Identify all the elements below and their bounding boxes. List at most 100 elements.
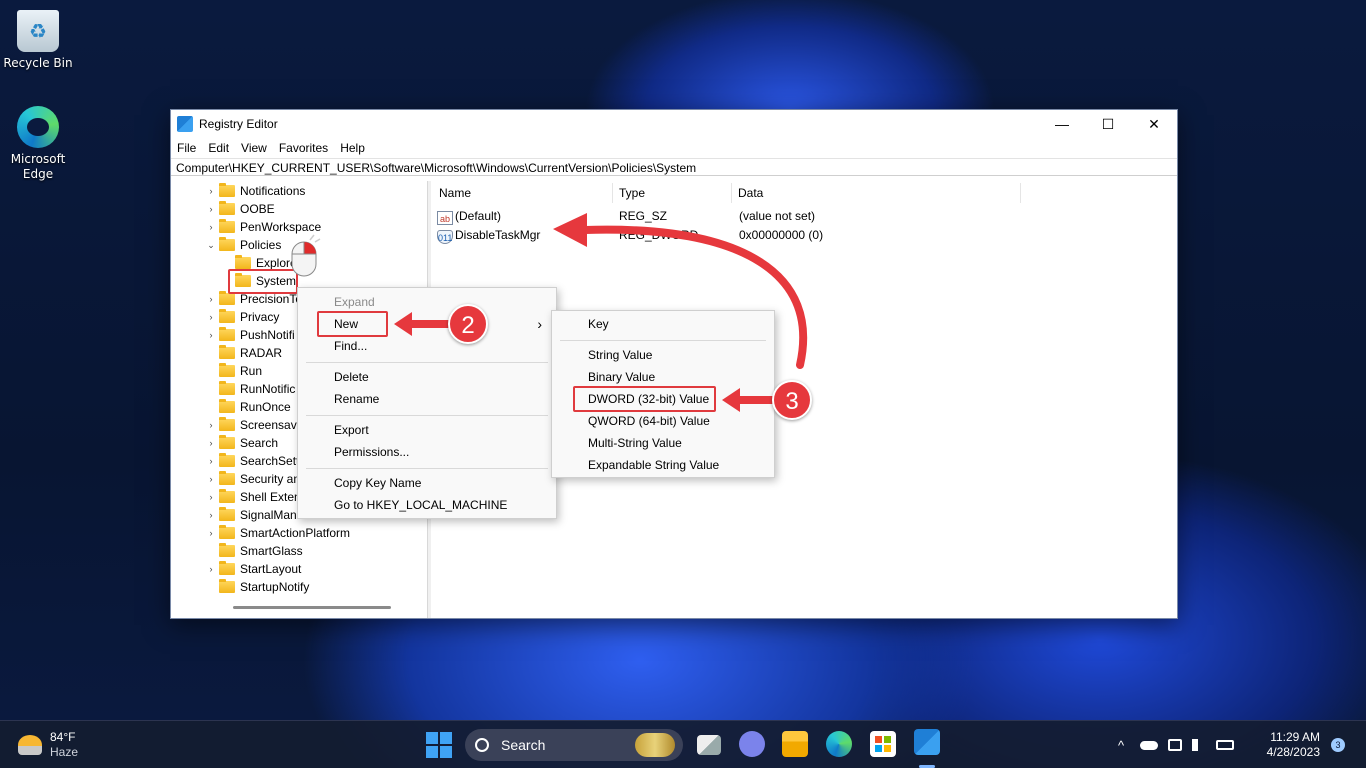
tree-item[interactable]: SmartGlass	[205, 542, 303, 560]
step-3-badge: 3	[772, 380, 812, 420]
tree-item[interactable]: › SignalMana	[205, 506, 303, 524]
menu-item-find[interactable]: Find...	[298, 335, 556, 357]
clock[interactable]: 11:29 AM 4/28/2023	[1262, 730, 1320, 760]
tree-horizontal-scrollbar[interactable]	[233, 606, 391, 609]
chevron-right-icon[interactable]: ›	[205, 222, 217, 232]
menu-item-permissions[interactable]: Permissions...	[298, 441, 556, 463]
string-value-icon: ab	[437, 211, 453, 225]
submenu-item-expandable-string-value[interactable]: Expandable String Value	[552, 454, 774, 476]
start-button[interactable]	[426, 732, 452, 758]
tree-item-label: SmartGlass	[240, 544, 303, 558]
registry-editor-taskbar-icon[interactable]	[914, 729, 940, 755]
tree-item[interactable]: › Shell Exten	[205, 488, 301, 506]
edge-taskbar-icon[interactable]	[826, 731, 852, 757]
tree-item[interactable]: › Search	[205, 434, 278, 452]
highlight-new-item	[317, 311, 388, 337]
notification-badge[interactable]: 3	[1331, 738, 1345, 752]
tree-item-label: RunNotific	[240, 382, 296, 396]
weather-widget[interactable]: 84°F Haze	[18, 729, 78, 761]
recycle-bin-icon	[17, 10, 59, 52]
tree-item[interactable]: RunOnce	[205, 398, 291, 416]
chevron-right-icon[interactable]: ›	[205, 474, 217, 484]
menu-item-delete[interactable]: Delete	[298, 366, 556, 388]
tree-item[interactable]: › Privacy	[205, 308, 279, 326]
tree-item[interactable]: › SmartActionPlatform	[205, 524, 350, 542]
tree-item-label: Policies	[240, 238, 282, 252]
network-icon[interactable]	[1168, 739, 1183, 751]
chevron-right-icon[interactable]: ›	[205, 528, 217, 538]
chevron-down-icon[interactable]: ⌄	[205, 240, 217, 251]
folder-icon	[219, 453, 235, 467]
task-view-icon[interactable]	[697, 735, 721, 755]
tree-item[interactable]: › OOBE	[205, 200, 275, 218]
desktop-icon-recycle-bin[interactable]: Recycle Bin	[0, 10, 76, 70]
tree-item[interactable]: StartupNotify	[205, 578, 309, 596]
tree-item-label: Privacy	[240, 310, 280, 324]
column-header-type[interactable]: Type	[613, 183, 732, 203]
chevron-right-icon[interactable]: ›	[205, 186, 217, 196]
tree-item[interactable]: › SearchSetti	[205, 452, 302, 470]
tree-item-label: PushNotifi	[240, 328, 295, 342]
tray-overflow-chevron[interactable]: ^	[1118, 738, 1124, 753]
menu-edit[interactable]: Edit	[208, 141, 229, 155]
tree-item[interactable]: › Security an	[205, 470, 300, 488]
menu-help[interactable]: Help	[340, 141, 365, 155]
search-label: Search	[501, 737, 546, 753]
folder-icon	[235, 255, 251, 269]
close-button[interactable]: ✕	[1131, 110, 1177, 138]
search-highlight-icon	[635, 733, 675, 757]
menu-item-export[interactable]: Export	[298, 419, 556, 441]
menu-item-copy-key-name[interactable]: Copy Key Name	[298, 472, 556, 494]
teams-chat-icon[interactable]	[739, 731, 765, 757]
menu-item-goto-hklm[interactable]: Go to HKEY_LOCAL_MACHINE	[298, 494, 556, 516]
value-name: (Default)	[455, 209, 502, 223]
chevron-right-icon[interactable]: ›	[205, 456, 217, 466]
folder-icon	[219, 525, 235, 539]
tree-item[interactable]: Run	[205, 362, 262, 380]
taskbar-search[interactable]: Search	[465, 729, 683, 761]
minimize-button[interactable]: —	[1039, 110, 1085, 138]
menu-item-rename[interactable]: Rename	[298, 388, 556, 410]
tree-item-policies[interactable]: ⌄ Policies	[205, 236, 281, 254]
chevron-right-icon[interactable]: ›	[205, 204, 217, 214]
folder-icon	[219, 399, 235, 413]
chevron-right-icon[interactable]: ›	[205, 510, 217, 520]
menu-favorites[interactable]: Favorites	[279, 141, 328, 155]
chevron-right-icon[interactable]: ›	[205, 294, 217, 304]
onedrive-icon[interactable]	[1140, 740, 1159, 750]
column-header-data[interactable]: Data	[732, 183, 1021, 203]
binary-value-icon: 011	[437, 230, 453, 244]
submenu-item-qword-value[interactable]: QWORD (64-bit) Value	[552, 410, 774, 432]
tree-item[interactable]: › StartLayout	[205, 560, 301, 578]
chevron-right-icon[interactable]: ›	[205, 564, 217, 574]
arrow-left-icon	[722, 388, 774, 412]
tree-item-label: SearchSetti	[240, 454, 303, 468]
file-explorer-icon[interactable]	[782, 731, 808, 757]
chevron-right-icon[interactable]: ›	[205, 312, 217, 322]
chevron-right-icon[interactable]: ›	[205, 438, 217, 448]
maximize-button[interactable]: ☐	[1085, 110, 1131, 138]
microsoft-store-icon[interactable]	[870, 731, 896, 757]
menu-item-expand[interactable]: Expand	[298, 291, 556, 313]
chevron-right-icon[interactable]: ›	[205, 330, 217, 340]
tree-item[interactable]: › PushNotifi	[205, 326, 295, 344]
tree-item-label: RADAR	[240, 346, 283, 360]
desktop-icon-edge[interactable]: Microsoft Edge	[0, 106, 76, 182]
column-header-name[interactable]: Name	[433, 183, 613, 203]
menu-view[interactable]: View	[241, 141, 267, 155]
folder-icon	[219, 381, 235, 395]
battery-icon[interactable]	[1216, 740, 1235, 750]
system-tray: ^	[1118, 721, 1235, 768]
tree-item[interactable]: › Notifications	[205, 182, 305, 200]
tree-item[interactable]: RADAR	[205, 344, 282, 362]
address-bar[interactable]: Computer\HKEY_CURRENT_USER\Software\Micr…	[171, 158, 1177, 176]
chevron-right-icon[interactable]: ›	[205, 420, 217, 430]
chevron-right-icon[interactable]: ›	[205, 492, 217, 502]
title-bar[interactable]: Registry Editor — ☐ ✕	[171, 110, 1177, 138]
tree-item[interactable]: RunNotific	[205, 380, 295, 398]
tree-item[interactable]: › Screensave	[205, 416, 303, 434]
submenu-item-multi-string-value[interactable]: Multi-String Value	[552, 432, 774, 454]
volume-icon[interactable]	[1192, 739, 1206, 751]
menu-file[interactable]: File	[177, 141, 196, 155]
tree-item-label: PenWorkspace	[240, 220, 322, 234]
